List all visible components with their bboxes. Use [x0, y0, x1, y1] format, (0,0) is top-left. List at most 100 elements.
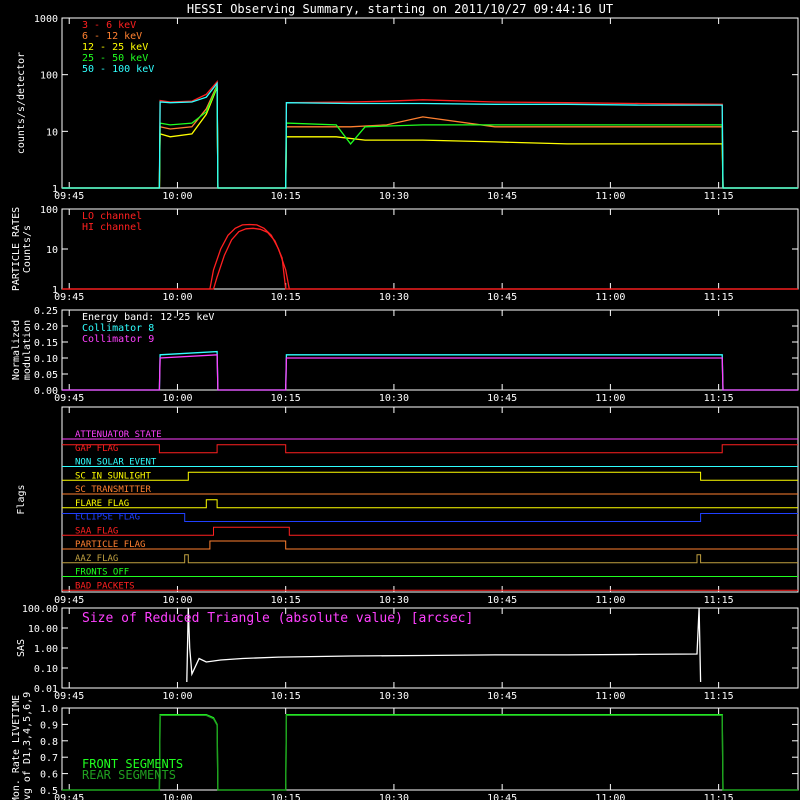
x-tick-label: 10:45	[487, 691, 517, 702]
legend-entry: 6 - 12 keV	[82, 31, 142, 42]
y-tick-label: 0.8	[40, 737, 58, 748]
x-tick-label: 10:30	[379, 595, 409, 606]
y-tick-label: 1.0	[40, 704, 58, 715]
flag-label: SC IN SUNLIGHT	[75, 471, 151, 481]
flag-line	[62, 513, 798, 522]
legend-entry: 12 - 25 keV	[82, 42, 148, 53]
flag-label: NON SOLAR EVENT	[75, 458, 157, 468]
flag-label: BAD PACKETS	[75, 581, 135, 591]
y-tick-label: 0.9	[40, 720, 58, 731]
x-tick-label: 10:30	[379, 292, 409, 303]
legend-entry: 50 - 100 keV	[82, 64, 154, 75]
y-tick-label: 0.7	[40, 753, 58, 764]
y-tick-label: 0.01	[34, 684, 58, 695]
y-tick-label: 10	[46, 127, 58, 138]
particle-ylabel: Counts/s	[22, 225, 33, 273]
x-tick-label: 10:00	[162, 595, 192, 606]
legend-entry: HI channel	[82, 222, 142, 233]
x-tick-label: 10:15	[271, 393, 301, 404]
flags-panel: 09:45 10:00 10:15 10:30 10:45 11:00 11:15 Flags…	[16, 406, 799, 606]
x-tick-label: 10:15	[271, 793, 301, 800]
x-tick-label: 11:15	[704, 191, 734, 202]
y-tick-label: 0.5	[40, 786, 58, 797]
x-tick-label: 11:15	[704, 793, 734, 800]
flag-label: SC TRANSMITTER	[75, 485, 151, 495]
x-tick-label: 09:45	[54, 793, 84, 800]
series-line	[62, 227, 798, 290]
flag-line	[62, 499, 798, 509]
x-tick-label: 09:45	[54, 393, 84, 404]
y-tick-label: 0.20	[34, 322, 58, 333]
y-tick-label: 100	[40, 71, 58, 82]
legend-entry: REAR SEGMENTS	[82, 768, 176, 782]
y-tick-label: 1	[52, 184, 58, 195]
x-tick-label: 11:00	[595, 595, 625, 606]
x-tick-label: 11:15	[704, 691, 734, 702]
flags-ylabel: Flags	[16, 484, 27, 514]
particle-ylabel: PARTICLE RATES	[11, 207, 22, 291]
y-tick-label: 0.6	[40, 770, 58, 781]
sas-ylabel: SAS	[16, 639, 27, 657]
y-tick-label: 100	[40, 205, 58, 216]
legend-entry: Collimator 9	[82, 334, 154, 345]
modulation-panel: 09:45 10:00 10:15 10:30 10:45 11:00 11:15 Norma…	[11, 306, 799, 404]
flag-line	[62, 471, 798, 481]
flag-label: PARTICLE FLAG	[75, 540, 145, 550]
x-tick-label: 09:45	[54, 595, 84, 606]
flag-label: SAA FLAG	[75, 526, 118, 536]
flag-line	[62, 554, 798, 564]
x-tick-label: 10:15	[271, 691, 301, 702]
x-tick-label: 11:15	[704, 292, 734, 303]
y-tick-label: 0.15	[34, 338, 58, 349]
flag-label: AAZ FLAG	[75, 554, 118, 564]
x-tick-label: 10:00	[162, 793, 192, 800]
x-tick-label: 10:00	[162, 292, 192, 303]
series-line	[62, 223, 798, 290]
flags-frame	[61, 406, 799, 593]
modulation-ylabel: modulation	[22, 320, 33, 380]
x-tick-label: 11:15	[704, 393, 734, 404]
x-tick-label: 10:45	[487, 292, 517, 303]
x-tick-label: 10:45	[487, 793, 517, 800]
y-tick-label: 0.10	[34, 354, 58, 365]
livetime-ylabel: Mon. Rate LIVETIME	[11, 695, 22, 800]
flag-line	[62, 444, 798, 454]
modulation-ylabel: Normalized	[11, 320, 22, 380]
series-line	[62, 354, 798, 391]
y-tick-label: 1	[52, 285, 58, 296]
x-tick-label: 10:00	[162, 691, 192, 702]
x-tick-label: 09:45	[54, 691, 84, 702]
x-tick-label: 09:45	[54, 191, 84, 202]
flag-label: FRONTS OFF	[75, 568, 129, 578]
y-tick-label: 1000	[34, 14, 58, 25]
counts-panel: 09:45 10:00 10:15 10:30 10:45 11:00 11:15 count…	[16, 14, 799, 202]
x-tick-label: 10:15	[271, 191, 301, 202]
flag-label: FLARE FLAG	[75, 499, 129, 509]
particle-panel: 09:45 10:00 10:15 10:30 10:45 11:00 11:15 PARTI…	[11, 205, 799, 303]
x-tick-label: 11:00	[595, 393, 625, 404]
livetime-panel: 09:45 10:00 10:15 10:30 10:45 11:00 11:15 Mon. …	[11, 692, 799, 800]
flag-line	[62, 526, 798, 536]
x-tick-label: 11:00	[595, 793, 625, 800]
y-tick-label: 0.00	[34, 386, 58, 397]
x-tick-label: 10:00	[162, 191, 192, 202]
x-tick-label: 10:15	[271, 595, 301, 606]
x-tick-label: 11:00	[595, 691, 625, 702]
x-tick-label: 10:30	[379, 191, 409, 202]
y-tick-label: 10.00	[28, 624, 58, 635]
livetime-ylabel: avg of D1,3,4,5,6,9	[22, 692, 33, 800]
x-tick-label: 11:00	[595, 292, 625, 303]
series-line	[62, 81, 798, 189]
flag-line	[62, 540, 798, 550]
legend-entry: Collimator 8	[82, 323, 154, 334]
x-tick-label: 10:45	[487, 191, 517, 202]
flag-label: ATTENUATOR STATE	[75, 430, 162, 440]
x-tick-label: 10:30	[379, 393, 409, 404]
x-tick-label: 11:15	[704, 595, 734, 606]
hessi-summary-chart: HESSI Observing Summary, starting on 201…	[11, 2, 799, 800]
legend-entry: LO channel	[82, 211, 142, 222]
y-tick-label: 10	[46, 245, 58, 256]
y-tick-label: 100.00	[22, 604, 58, 615]
particle-frame	[61, 208, 799, 290]
chart-title: HESSI Observing Summary, starting on 201…	[187, 2, 613, 16]
